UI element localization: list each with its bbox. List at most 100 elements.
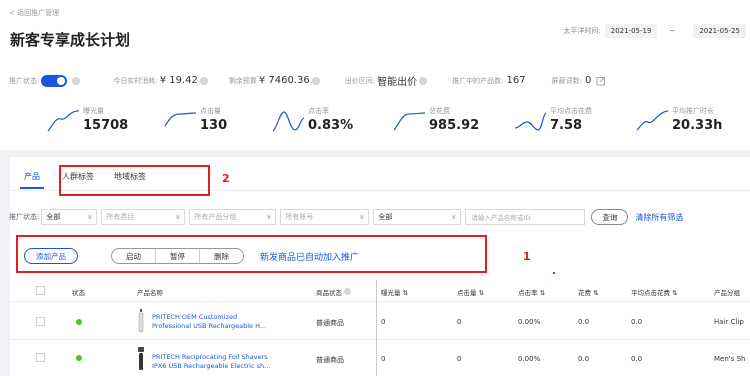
metric-label: 平均推广时长 <box>672 107 714 115</box>
page: < 返回推广管理 新客专享成长计划 太平洋时间: 2021-05-19 ~ 20… <box>0 0 750 376</box>
status-on-indicator <box>76 355 82 361</box>
metric-label: 平均点击花费 <box>550 107 592 115</box>
help-icon[interactable] <box>344 288 351 295</box>
duration-trend-icon <box>636 110 669 131</box>
fixed-column-divider <box>376 280 377 376</box>
metric-value: 130 <box>200 118 228 133</box>
pause-button[interactable]: 暂停 <box>156 249 200 263</box>
status-on-indicator <box>76 319 82 325</box>
table-row[interactable]: PRITECH Reciprocating Foil Shavers IPX6 U… <box>10 341 750 376</box>
start-button[interactable]: 启动 <box>112 249 156 263</box>
table-header: 状态 产品名称 商品状态 曝光量 ⇅ 点击量 ⇅ 点击率 ⇅ 花费 ⇅ 平均点击… <box>10 280 750 302</box>
metric-value: 7.58 <box>550 118 583 133</box>
delete-button[interactable]: 删除 <box>200 249 243 263</box>
product-name-line: PRITECH Reciprocating Foil Shavers <box>152 353 268 361</box>
column-label: 点击量 <box>457 289 477 297</box>
product-name-line: IPX6 USB Rechargeable Electric sh... <box>152 362 271 370</box>
status-select[interactable]: 全部 ∨ <box>41 209 98 225</box>
sort-icon[interactable]: ⇅ <box>479 289 484 297</box>
metric-label: 曝光量 <box>83 107 104 115</box>
annotation-dot <box>553 272 555 274</box>
sort-icon[interactable]: ⇅ <box>672 289 677 297</box>
date-label: 太平洋时间: <box>563 27 601 35</box>
column-header-cpc[interactable]: 平均点击花费 ⇅ <box>631 287 678 297</box>
filter-bar: 推广状态: 全部 ∨ 所有类目 ∨ 所有产品分组 ∨ 所有账号 ∨ 全部 ∨ 请输入产品名… <box>9 209 683 225</box>
group-cell: Hair Clip <box>714 318 744 326</box>
clear-filters-link[interactable]: 清除所有筛选 <box>635 212 683 223</box>
remaining-label: 剩余预算 <box>228 76 257 85</box>
category-select[interactable]: 所有类目 ∨ <box>101 209 186 225</box>
cpc-cell: 0.0 <box>631 318 643 326</box>
status-select-value: 全部 <box>46 213 61 221</box>
spend-trend-icon <box>393 112 426 131</box>
row-checkbox[interactable] <box>36 317 45 326</box>
product-name-line: Professional USB Rechargeable H... <box>152 322 267 330</box>
date-start-input[interactable]: 2021-05-19 <box>604 24 658 38</box>
product-group-select[interactable]: 所有产品分组 ∨ <box>189 209 277 225</box>
sort-icon[interactable]: ⇅ <box>540 289 545 297</box>
clicks-trend-icon <box>164 112 197 127</box>
spend-cell: 0.0 <box>578 318 590 326</box>
tab-products[interactable]: 产品 <box>20 171 44 189</box>
all-select-value: 全部 <box>378 213 393 221</box>
product-thumbnail[interactable] <box>136 346 146 372</box>
edit-icon[interactable] <box>596 76 606 86</box>
chevron-down-icon: ∨ <box>87 213 93 221</box>
impressions-cell: 0 <box>381 318 386 326</box>
date-end-input[interactable]: 2021-05-25 <box>693 24 746 38</box>
remaining-value: ¥ 7460.36 <box>258 75 310 86</box>
row-checkbox[interactable] <box>36 353 45 362</box>
annotation-label-1: 1 <box>523 250 531 263</box>
add-product-button[interactable]: 添加产品 <box>24 248 78 264</box>
status-label: 推广状态: <box>9 76 40 85</box>
product-name-link[interactable]: PRITECH OEM Customized Professional USB R… <box>152 313 292 331</box>
back-link[interactable]: < 返回推广管理 <box>9 8 59 18</box>
sort-icon[interactable]: ⇅ <box>593 289 598 297</box>
column-label: 花费 <box>578 289 591 297</box>
status-row: 推广状态: 今日实时消耗: ¥ 19.42 剩余预算 ¥ 7460.36 出价区… <box>9 73 606 88</box>
page-title: 新客专享成长计划 <box>10 31 131 49</box>
product-status-cell: 普通商品 <box>316 356 344 364</box>
status-toggle[interactable] <box>41 74 68 87</box>
date-range: 太平洋时间: 2021-05-19 ~ 2021-05-25 <box>563 24 750 38</box>
impressions-cell: 0 <box>381 355 386 363</box>
column-header-clicks[interactable]: 点击量 ⇅ <box>457 287 484 297</box>
metric-label: 总花费 <box>429 107 450 115</box>
chevron-down-icon: ∨ <box>451 213 457 221</box>
column-header-impressions[interactable]: 曝光量 ⇅ <box>381 287 408 297</box>
all-select[interactable]: 全部 ∨ <box>373 209 462 225</box>
products-value: 167 <box>506 75 526 86</box>
column-header-ctr[interactable]: 点击率 ⇅ <box>518 287 545 297</box>
category-select-value: 所有类目 <box>106 213 135 221</box>
column-header-spend[interactable]: 花费 ⇅ <box>578 287 599 297</box>
column-header-status: 状态 <box>72 289 85 297</box>
blocked-value: 0 <box>584 75 592 86</box>
search-input[interactable]: 请输入产品名称或ID <box>465 209 586 225</box>
account-select[interactable]: 所有账号 ∨ <box>280 209 370 225</box>
clicks-cell: 0 <box>457 318 462 326</box>
column-label: 平均点击花费 <box>631 289 670 297</box>
sort-icon[interactable]: ⇅ <box>403 289 408 297</box>
column-header-product-status: 商品状态 <box>316 287 351 297</box>
spend-cell: 0.0 <box>578 355 590 363</box>
column-label: 点击率 <box>518 289 538 297</box>
bulk-action-group: 启动 暂停 删除 <box>111 248 244 264</box>
help-icon[interactable] <box>199 76 208 85</box>
select-all-checkbox[interactable] <box>36 286 45 295</box>
ctr-cell: 0.00% <box>518 355 541 363</box>
annotation-label-2: 2 <box>222 172 230 185</box>
column-label: 曝光量 <box>381 289 401 297</box>
bid-label: 出价区间: <box>344 76 376 85</box>
product-name-link[interactable]: PRITECH Reciprocating Foil Shavers IPX6 U… <box>152 353 292 371</box>
metric-value: 15708 <box>83 118 129 133</box>
date-separator: ~ <box>669 27 676 35</box>
help-icon[interactable] <box>419 76 428 85</box>
table-row[interactable]: PRITECH OEM Customized Professional USB R… <box>10 302 750 340</box>
column-header-group: 产品分组 <box>714 289 740 297</box>
help-icon[interactable] <box>72 76 81 85</box>
help-icon[interactable] <box>311 76 320 85</box>
product-thumbnail[interactable] <box>136 308 146 334</box>
metric-value: 20.33h <box>672 118 723 133</box>
auto-add-notice[interactable]: 新发商品已自动加入推广 <box>260 250 359 263</box>
query-button[interactable]: 查询 <box>591 209 629 225</box>
